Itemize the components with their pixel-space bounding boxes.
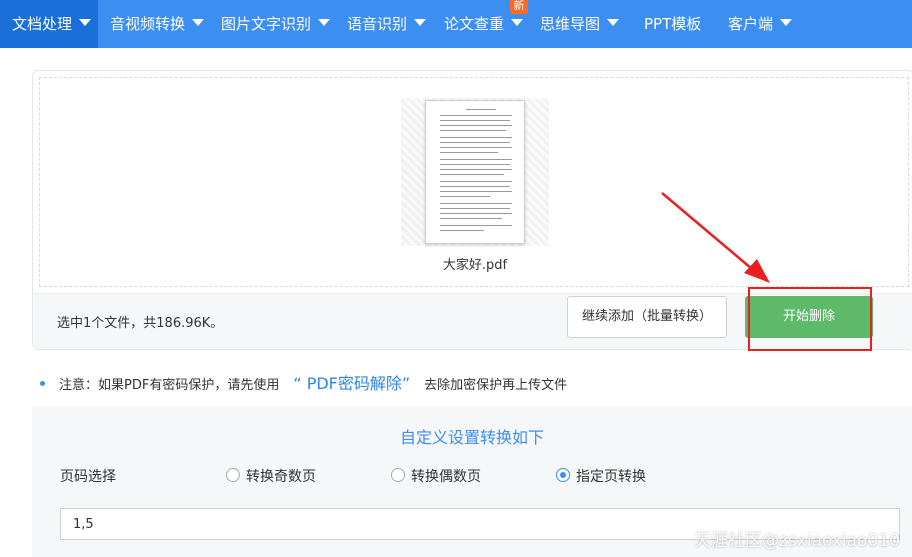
watermark-text: 天涯社区@zsxiaoxiao010 (694, 531, 900, 551)
note-suffix: 去除加密保护再上传文件 (424, 378, 568, 393)
settings-title: 自定义设置转换如下 (399, 428, 544, 447)
annotation-highlight-box (748, 287, 872, 351)
note-prefix: 注意：如果PDF有密码保护，请先使用 (59, 378, 280, 393)
pdf-password-remove-link[interactable]: “ PDF密码解除” (293, 374, 410, 393)
page-select-label: 页码选择 (60, 469, 116, 485)
note-line: 注意：如果PDF有密码保护，请先使用 “ PDF密码解除” 去除加密保护再上传文件 (40, 370, 568, 393)
radio-icon (391, 468, 405, 482)
radio-label: 转换偶数页 (411, 469, 481, 485)
radio-specified-pages[interactable]: 指定页转换 (556, 466, 646, 486)
radio-label: 指定页转换 (576, 469, 646, 485)
radio-selected-icon (556, 468, 570, 482)
radio-icon (226, 468, 240, 482)
bullet-dot-icon (40, 381, 45, 386)
radio-even-pages[interactable]: 转换偶数页 (391, 466, 481, 486)
radio-label: 转换奇数页 (246, 469, 316, 485)
radio-odd-pages[interactable]: 转换奇数页 (226, 466, 316, 486)
